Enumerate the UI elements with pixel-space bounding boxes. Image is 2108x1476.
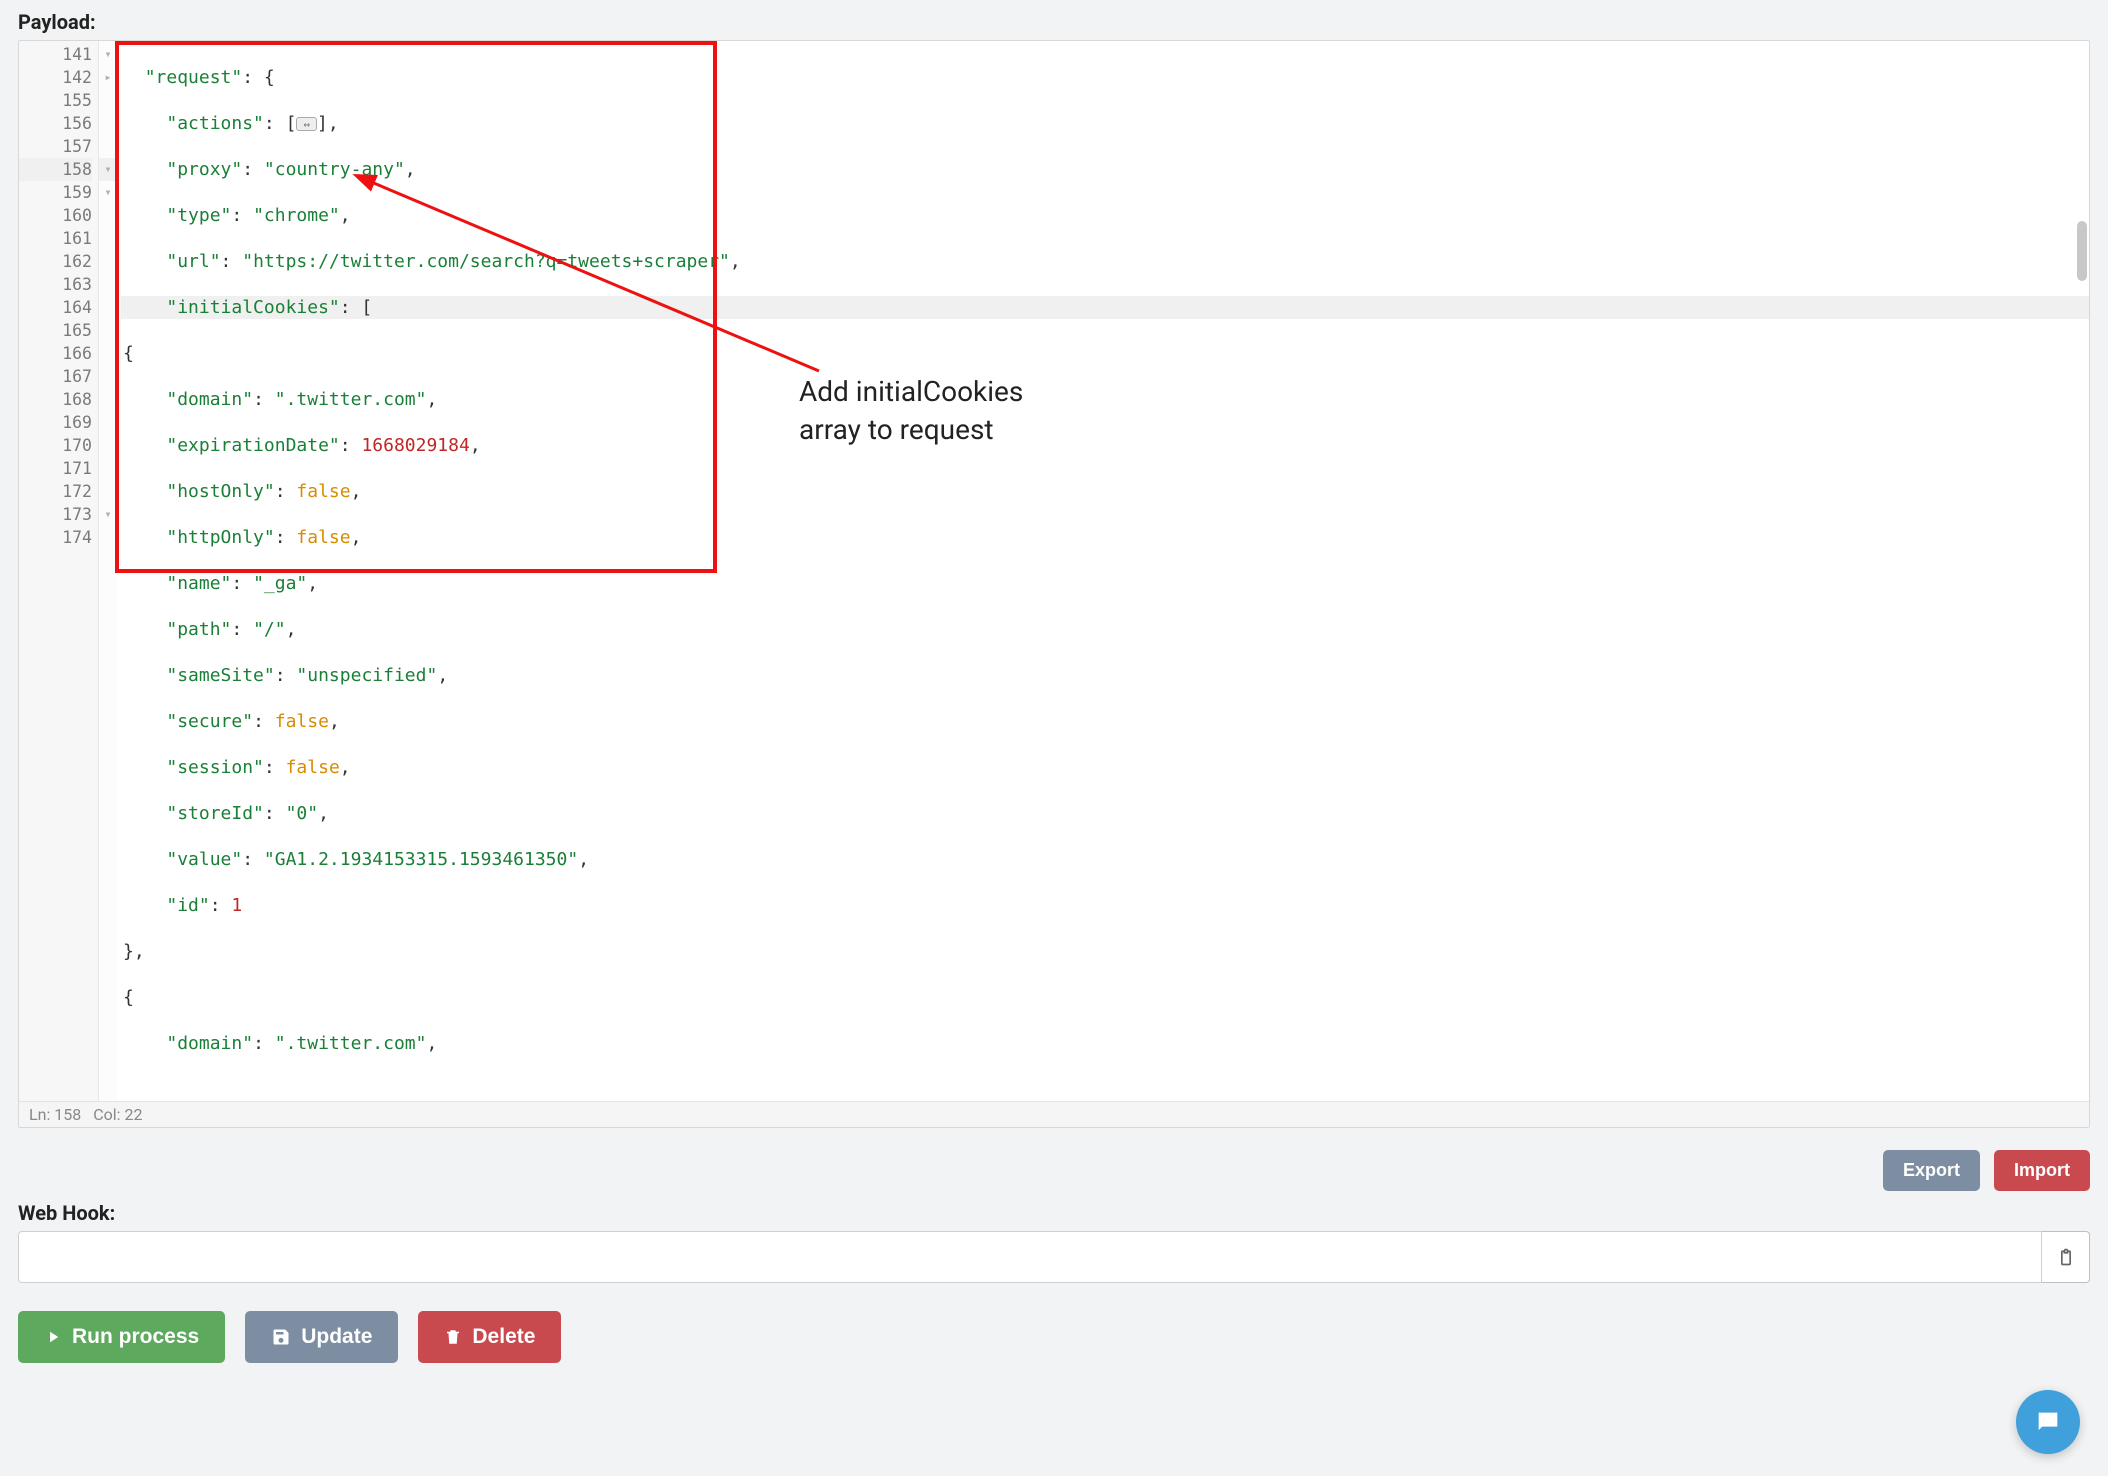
update-button[interactable]: Update — [245, 1311, 398, 1363]
code-content[interactable]: "request": { "actions": [↔], "proxy": "c… — [117, 41, 2089, 1101]
line-number: 171 — [19, 457, 92, 480]
chat-icon — [2033, 1408, 2063, 1436]
line-number: 160 — [19, 204, 92, 227]
line-number: 163 — [19, 273, 92, 296]
update-label: Update — [301, 1325, 372, 1349]
payload-label: Payload: — [18, 10, 2090, 34]
delete-button[interactable]: Delete — [418, 1311, 561, 1363]
line-number: 142 — [19, 66, 92, 89]
line-number: 166 — [19, 342, 92, 365]
export-label: Export — [1903, 1160, 1960, 1181]
code-editor[interactable]: 141 142 155 156 157 158 159 160 161 162 … — [18, 40, 2090, 1128]
editor-statusbar: Ln: 158 Col: 22 — [19, 1101, 2089, 1127]
line-number: 169 — [19, 411, 92, 434]
import-label: Import — [2014, 1160, 2070, 1181]
fold-badge-icon[interactable]: ↔ — [296, 117, 317, 131]
line-number: 173 — [19, 503, 92, 526]
trash-icon — [444, 1327, 462, 1347]
chat-widget-button[interactable] — [2016, 1390, 2080, 1454]
line-number: 141 — [19, 43, 92, 66]
run-process-button[interactable]: Run process — [18, 1311, 225, 1363]
line-number-gutter: 141 142 155 156 157 158 159 160 161 162 … — [19, 41, 99, 1101]
clipboard-button[interactable] — [2042, 1231, 2090, 1283]
line-number: 168 — [19, 388, 92, 411]
line-number: 159 — [19, 181, 92, 204]
line-number: 156 — [19, 112, 92, 135]
line-number: 172 — [19, 480, 92, 503]
fold-gutter[interactable]: ▾ ▸ ▾ ▾ ▾ — [99, 41, 117, 1101]
line-number: 155 — [19, 89, 92, 112]
line-number: 167 — [19, 365, 92, 388]
delete-label: Delete — [472, 1325, 535, 1349]
export-button[interactable]: Export — [1883, 1150, 1980, 1191]
run-process-label: Run process — [72, 1325, 199, 1349]
save-icon — [271, 1327, 291, 1347]
line-number: 162 — [19, 250, 92, 273]
line-number: 165 — [19, 319, 92, 342]
webhook-input[interactable] — [18, 1231, 2042, 1283]
play-icon — [44, 1327, 62, 1347]
line-number: 170 — [19, 434, 92, 457]
line-number: 161 — [19, 227, 92, 250]
vertical-scrollbar[interactable] — [2077, 221, 2087, 281]
clipboard-icon — [2056, 1246, 2076, 1268]
line-number: 157 — [19, 135, 92, 158]
line-number: 158 — [19, 158, 92, 181]
import-button[interactable]: Import — [1994, 1150, 2090, 1191]
line-number: 174 — [19, 526, 92, 549]
webhook-label: Web Hook: — [18, 1201, 2090, 1225]
line-number: 164 — [19, 296, 92, 319]
